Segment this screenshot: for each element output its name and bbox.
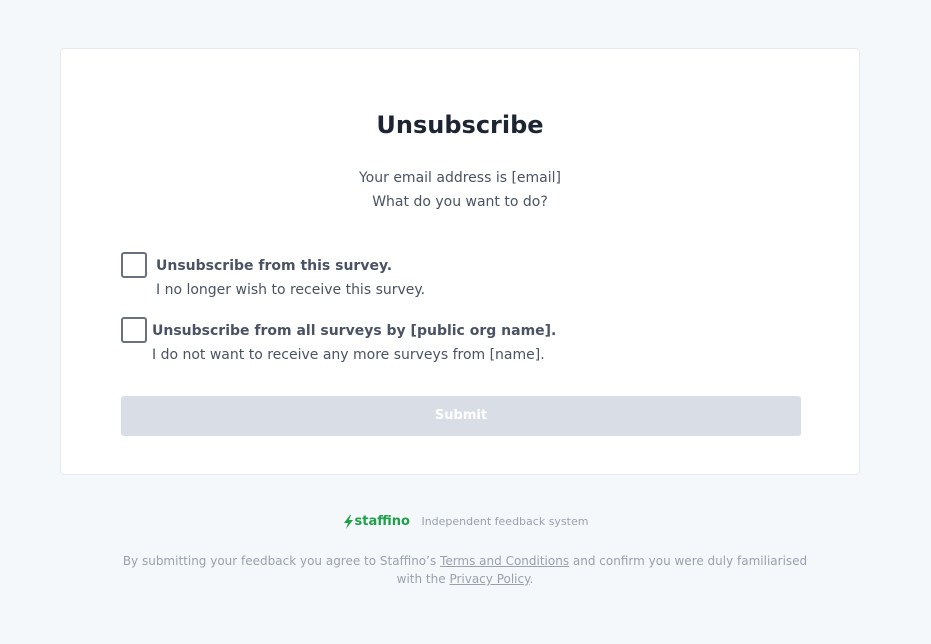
option-description: I no longer wish to receive this survey. <box>156 282 426 298</box>
question-text: What do you want to do? <box>372 194 548 210</box>
option-title: Unsubscribe from all surveys by [public … <box>152 323 557 339</box>
staffino-logo[interactable]: staffino <box>343 514 410 529</box>
option-title: Unsubscribe from this survey. <box>156 258 393 274</box>
unsubscribe-survey-checkbox[interactable] <box>121 252 147 278</box>
page-title: Unsubscribe <box>376 111 544 139</box>
option-description: I do not want to receive any more survey… <box>152 347 545 363</box>
privacy-link[interactable]: Privacy Policy <box>449 572 529 586</box>
brand-name: staffino <box>354 514 410 529</box>
legal-prefix: By submitting your feedback you agree to… <box>122 554 441 568</box>
intro-text: Your email address is [email] What do yo… <box>61 166 859 214</box>
legal-suffix: . <box>529 572 534 586</box>
unsubscribe-card: Unsubscribe Your email address is [email… <box>60 48 860 475</box>
lightning-bolt-icon <box>343 514 353 529</box>
submit-button[interactable]: Submit <box>121 396 801 436</box>
email-address-text: Your email address is [email] <box>358 170 561 186</box>
unsubscribe-all-checkbox[interactable] <box>121 317 147 343</box>
legal-notice: By submitting your feedback you agree to… <box>115 552 815 588</box>
option-unsubscribe-all[interactable]: Unsubscribe from all surveys by [public … <box>121 317 556 367</box>
terms-link[interactable]: Terms and Conditions <box>440 554 569 568</box>
brand-footer: staffino Independent feedback system <box>0 514 931 529</box>
tagline: Independent feedback system <box>421 515 589 528</box>
option-unsubscribe-survey[interactable]: Unsubscribe from this survey. I no longe… <box>121 252 425 302</box>
